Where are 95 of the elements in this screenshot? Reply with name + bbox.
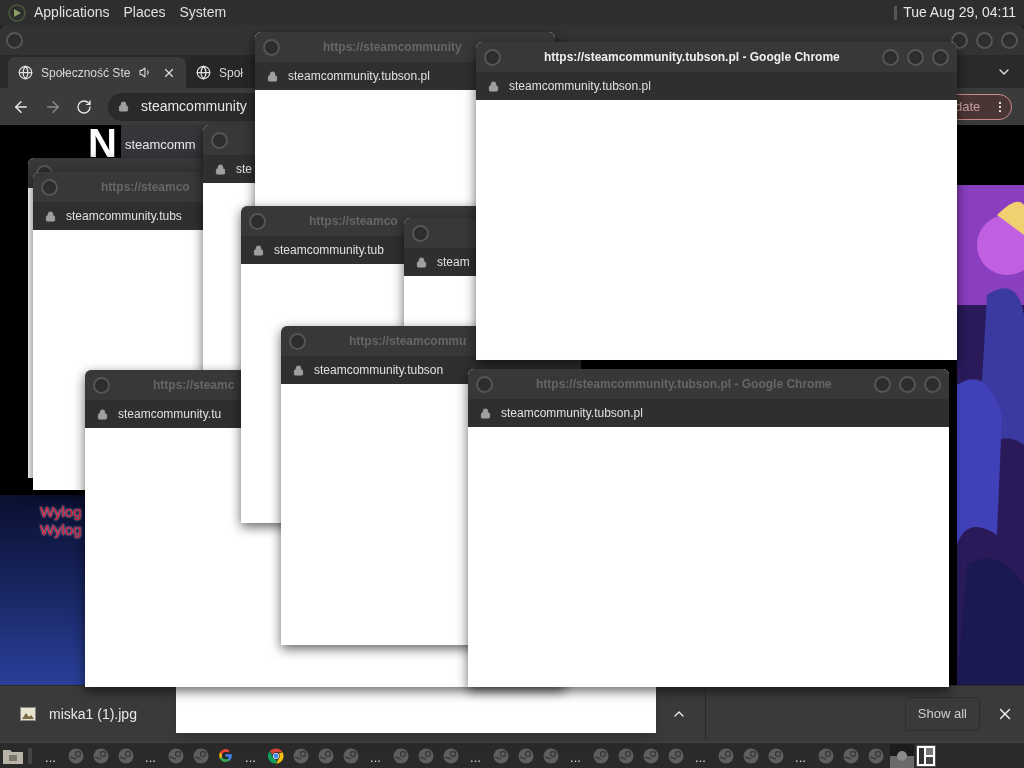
window-control-button[interactable] bbox=[289, 332, 306, 350]
popup-url: steamcommunity.tubs bbox=[66, 208, 182, 225]
google-icon[interactable] bbox=[217, 747, 234, 764]
app-icon[interactable] bbox=[617, 747, 634, 764]
address-text: steamcommunity bbox=[141, 97, 247, 116]
window-title: https://steamcommunity.tubson.pl - Google Chrome bbox=[544, 49, 840, 66]
app-icon[interactable] bbox=[442, 747, 459, 764]
taskbar-overflow[interactable]: ... bbox=[38, 747, 63, 764]
lock-icon bbox=[416, 256, 427, 268]
app-icon[interactable] bbox=[417, 747, 434, 764]
popup-url: steamcommunity.tub bbox=[274, 242, 384, 259]
taskbar-overflow[interactable]: ... bbox=[688, 747, 713, 764]
lock-icon bbox=[45, 210, 56, 222]
tab-title: Społeczność Ste bbox=[41, 64, 131, 82]
app-icon[interactable] bbox=[92, 747, 109, 764]
panel-menu[interactable]: System bbox=[179, 2, 227, 23]
taskbar-overflow[interactable]: ... bbox=[463, 747, 488, 764]
notice-text: Wylog bbox=[40, 521, 83, 539]
window-control-button[interactable] bbox=[484, 48, 501, 66]
popup-url: steam bbox=[437, 254, 470, 271]
app-icon[interactable] bbox=[742, 747, 759, 764]
app-icon[interactable] bbox=[867, 747, 884, 764]
app-icon[interactable] bbox=[592, 747, 609, 764]
image-file-icon bbox=[20, 707, 36, 721]
window-control-button[interactable] bbox=[932, 48, 949, 66]
panel-menu[interactable]: Places bbox=[123, 2, 166, 23]
workspace-switcher-icon[interactable] bbox=[916, 744, 936, 767]
speaker-icon[interactable] bbox=[139, 66, 152, 79]
show-all-button[interactable]: Show all bbox=[904, 697, 980, 731]
window-control-button[interactable] bbox=[907, 48, 924, 66]
app-icon[interactable] bbox=[717, 747, 734, 764]
app-icon[interactable] bbox=[392, 747, 409, 764]
window-control-button[interactable] bbox=[412, 224, 429, 242]
window-thumbnail-icon[interactable] bbox=[890, 743, 914, 768]
app-icon[interactable] bbox=[342, 747, 359, 764]
window-control-button[interactable] bbox=[1001, 31, 1018, 49]
app-icon[interactable] bbox=[67, 747, 84, 764]
suggestion-text: steamcomm bbox=[124, 136, 196, 155]
lock-icon bbox=[253, 244, 264, 256]
popup-url: steamcommunity.tubson.pl bbox=[509, 78, 651, 95]
window-control-button[interactable] bbox=[476, 375, 493, 393]
lock-icon bbox=[293, 364, 304, 376]
app-icon[interactable] bbox=[117, 747, 134, 764]
popup-url: steamcommunity.tu bbox=[118, 406, 222, 423]
window-control-button[interactable] bbox=[263, 38, 280, 56]
window-control-button[interactable] bbox=[882, 48, 899, 66]
download-item[interactable]: miska1 (1).jpg bbox=[20, 703, 137, 725]
globe-icon bbox=[196, 65, 211, 80]
app-icon[interactable] bbox=[317, 747, 334, 764]
download-file-name: miska1 (1).jpg bbox=[49, 704, 137, 724]
notice-text: Wylog bbox=[40, 503, 83, 521]
taskbar-overflow[interactable]: ... bbox=[138, 747, 163, 764]
popup-url: ste bbox=[236, 161, 252, 178]
app-icon[interactable] bbox=[842, 747, 859, 764]
lock-icon bbox=[97, 408, 108, 420]
app-icon[interactable] bbox=[667, 747, 684, 764]
popup-url: steamcommunity.tubson bbox=[314, 362, 444, 379]
popup-url: steamcommunity.tubson.pl bbox=[501, 405, 643, 422]
window-control-button[interactable] bbox=[41, 178, 58, 196]
window-control-button[interactable] bbox=[874, 375, 891, 393]
panel-clock[interactable]: Tue Aug 29, 04:11 bbox=[903, 2, 1016, 23]
browser-tab[interactable]: Społeczność Ste bbox=[8, 57, 186, 88]
window-control-button[interactable] bbox=[211, 131, 228, 149]
page-heading-letter: N bbox=[88, 123, 117, 163]
panel-menu[interactable]: Applications bbox=[34, 2, 110, 23]
window-control-button[interactable] bbox=[6, 31, 23, 49]
lock-icon bbox=[488, 80, 499, 92]
taskbar-overflow[interactable]: ... bbox=[563, 747, 588, 764]
window-control-button[interactable] bbox=[976, 31, 993, 49]
taskbar-overflow[interactable]: ... bbox=[238, 747, 263, 764]
app-icon[interactable] bbox=[517, 747, 534, 764]
reload-icon[interactable] bbox=[76, 98, 92, 115]
lock-icon bbox=[267, 70, 278, 82]
window-control-button[interactable] bbox=[249, 212, 266, 230]
taskbar-overflow[interactable]: ... bbox=[363, 747, 388, 764]
lock-icon bbox=[215, 163, 226, 175]
taskbar-overflow[interactable]: ... bbox=[788, 747, 813, 764]
app-icon[interactable] bbox=[292, 747, 309, 764]
menu-logo-icon[interactable] bbox=[8, 3, 26, 22]
window-control-button[interactable] bbox=[899, 375, 916, 393]
popup-url: steamcommunity.tubson.pl bbox=[288, 68, 430, 85]
globe-icon bbox=[18, 65, 33, 80]
window-control-button[interactable] bbox=[93, 376, 110, 394]
tab-title: Społ bbox=[219, 64, 244, 82]
app-icon[interactable] bbox=[817, 747, 834, 764]
app-icon[interactable] bbox=[192, 747, 209, 764]
window-control-button[interactable] bbox=[924, 375, 941, 393]
app-icon[interactable] bbox=[542, 747, 559, 764]
app-icon[interactable] bbox=[642, 747, 659, 764]
lock-icon bbox=[118, 101, 129, 112]
app-icon[interactable] bbox=[167, 747, 184, 764]
app-icon[interactable] bbox=[492, 747, 509, 764]
chrome-icon[interactable] bbox=[266, 746, 285, 765]
app-icon[interactable] bbox=[767, 747, 784, 764]
lock-icon bbox=[480, 407, 491, 419]
